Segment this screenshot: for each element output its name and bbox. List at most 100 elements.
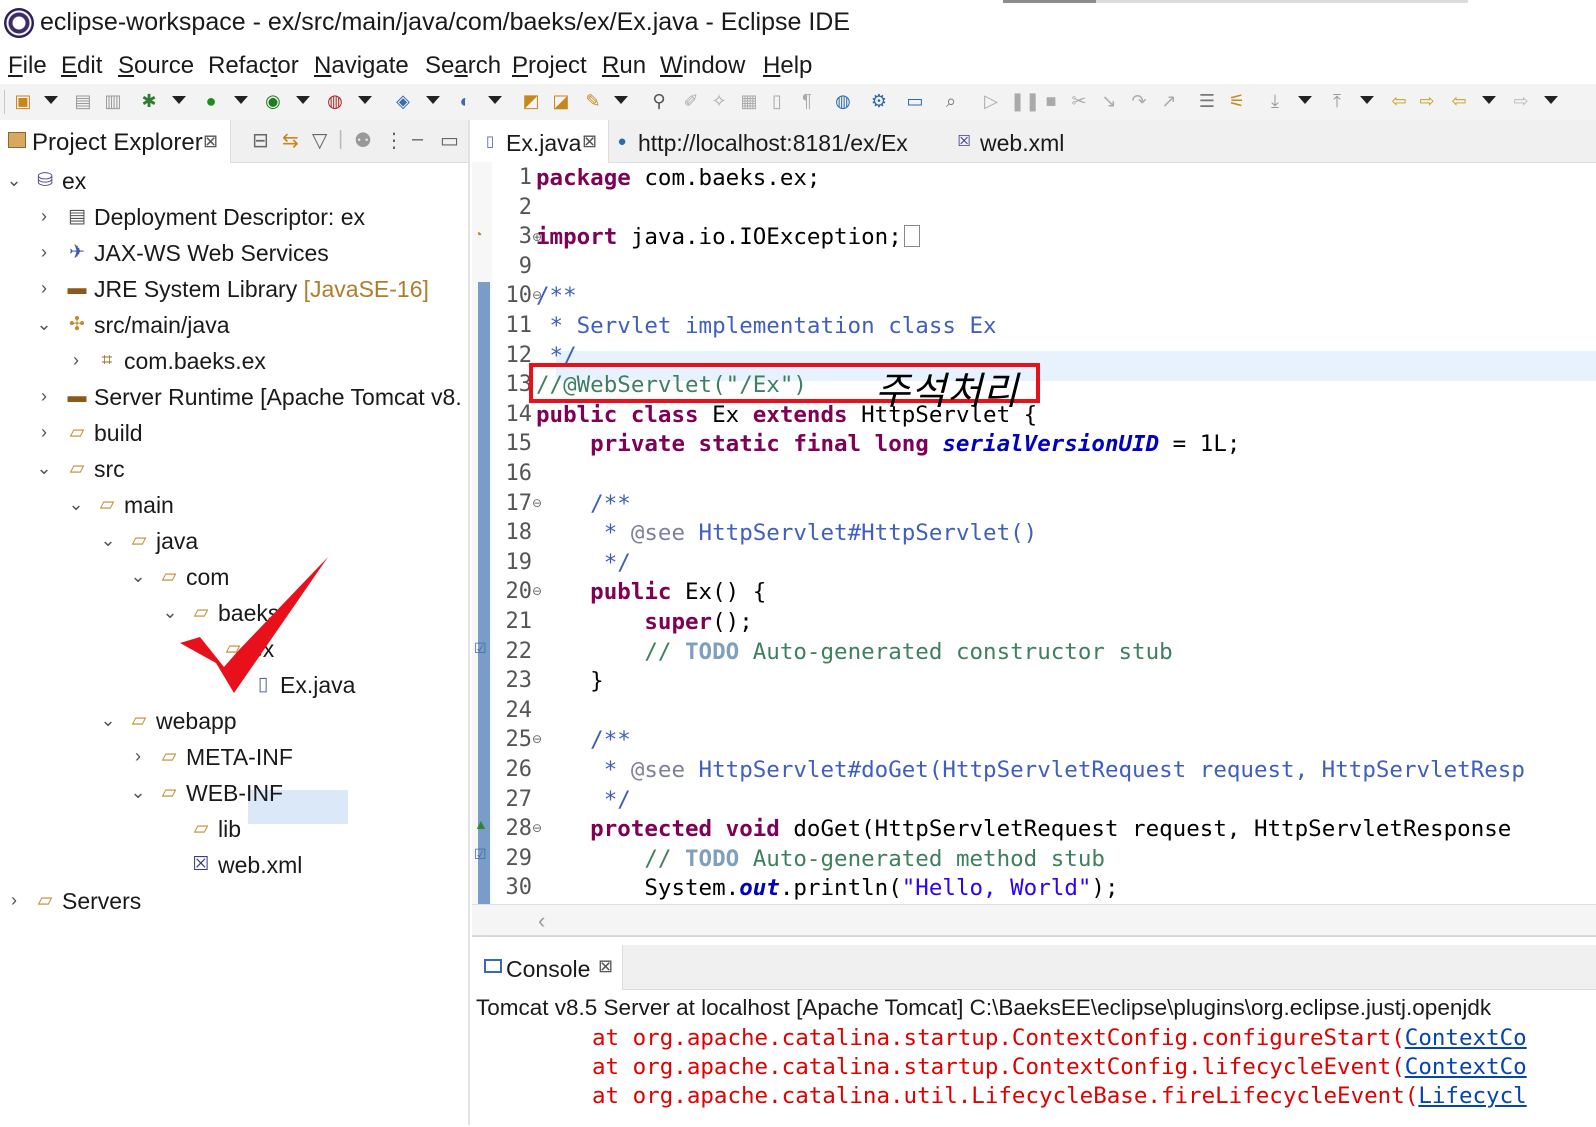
console-line: at org.apache.catalina.util.LifecycleBas… (592, 1083, 1527, 1109)
jre-library-label: JRE System Library (94, 276, 298, 302)
chevron-down-icon[interactable]: ⌄ (36, 314, 52, 335)
chevron-down-icon[interactable]: ⌄ (36, 458, 52, 479)
menu-search[interactable]: Search (425, 52, 501, 80)
new-java-class-icon[interactable]: ◐ (454, 90, 476, 112)
next-annotation-icon[interactable]: ☰ (1196, 90, 1218, 112)
step-return-icon[interactable]: ↗ (1158, 90, 1180, 112)
tab-ex-java[interactable]: ▯ Ex.java ⊠ (472, 120, 609, 163)
menu-project[interactable]: Project (512, 52, 587, 80)
chevron-right-icon[interactable]: › (36, 386, 52, 407)
disconnect-icon[interactable]: ✂ (1068, 90, 1090, 112)
collapse-all-icon[interactable]: ⊟ (252, 128, 269, 153)
close-icon[interactable]: ⊠ (598, 956, 613, 977)
menu-file[interactable]: File (8, 52, 47, 80)
new-icon[interactable]: ▣ (12, 90, 34, 112)
chevron-right-icon[interactable]: › (130, 746, 146, 767)
chevron-down-icon[interactable]: ⌄ (100, 530, 116, 551)
folded-imports-icon[interactable] (903, 225, 920, 247)
menu-window[interactable]: Window (660, 52, 745, 80)
minimize-icon[interactable]: – (412, 128, 423, 151)
toggle-breadcrumb-icon[interactable]: ⚟ (1226, 90, 1248, 112)
brush-icon[interactable]: ✎ (582, 90, 604, 112)
maximize-icon[interactable]: ▭ (440, 128, 459, 153)
link-with-editor-icon[interactable]: ⇆ (282, 128, 299, 153)
run-server-icon[interactable]: ◉ (262, 90, 284, 112)
new-dropdown-icon[interactable] (44, 96, 58, 104)
next-edit-icon[interactable]: ⤓ (1264, 90, 1286, 112)
chevron-right-icon[interactable]: › (68, 350, 84, 371)
chevron-right-icon[interactable]: › (6, 890, 22, 911)
tab-console[interactable]: Console ⊠ (472, 945, 623, 990)
chevron-down-icon[interactable]: ⌄ (162, 602, 178, 623)
resume-icon[interactable]: ▷ (980, 90, 1002, 112)
chevron-down-icon[interactable]: ⌄ (130, 566, 146, 587)
chevron-down-icon[interactable]: ⌄ (130, 782, 146, 803)
pen-icon[interactable]: ✐ (680, 90, 702, 112)
new-server-icon[interactable]: ◈ (392, 90, 414, 112)
open-type-icon[interactable]: ◩ (520, 90, 542, 112)
focus-icon[interactable]: ⚉ (354, 128, 372, 153)
step-over-icon[interactable]: ↷ (1128, 90, 1150, 112)
new-java-class-dropdown-icon[interactable] (488, 96, 502, 104)
forward-dropdown-icon[interactable] (1544, 96, 1558, 104)
menu-help[interactable]: Help (763, 52, 812, 80)
filter-icon[interactable]: ▽ (312, 128, 327, 153)
suspend-icon[interactable]: ❚❚ (1010, 90, 1040, 112)
chevron-right-icon[interactable]: › (36, 242, 52, 263)
horizontal-scrollbar[interactable]: ‹ (472, 904, 1596, 936)
chevron-down-icon[interactable]: ⌄ (68, 494, 84, 515)
globe-icon[interactable]: ◍ (832, 90, 854, 112)
scroll-left-icon[interactable]: ‹ (538, 908, 545, 934)
next-edit-dropdown-icon[interactable] (1298, 96, 1312, 104)
menu-edit[interactable]: Edit (61, 52, 102, 80)
back-dropdown-icon[interactable] (1482, 96, 1496, 104)
terminate-icon[interactable]: ■ (1040, 90, 1062, 112)
web-browser-icon[interactable]: ⚙ (868, 90, 890, 112)
chevron-right-icon[interactable]: › (36, 422, 52, 443)
previous-edit-dropdown-icon[interactable] (1360, 96, 1374, 104)
step-into-icon[interactable]: ↘ (1098, 90, 1120, 112)
open-folder-icon[interactable]: ◪ (550, 90, 572, 112)
word-wrap-icon[interactable]: ▯ (766, 90, 788, 112)
debug-icon[interactable]: ✱ (138, 90, 160, 112)
block-selection-icon[interactable]: ▦ (738, 90, 760, 112)
debug-dropdown-icon[interactable] (172, 96, 186, 104)
chevron-right-icon[interactable]: › (36, 206, 52, 227)
view-menu-icon[interactable]: ⋮ (384, 128, 404, 153)
chevron-down-icon[interactable]: ⌄ (6, 170, 22, 191)
external-tools-dropdown-icon[interactable] (358, 96, 372, 104)
show-whitespace-icon[interactable]: ¶ (796, 90, 818, 112)
search-icon[interactable]: ⌕ (940, 90, 962, 112)
previous-edit-icon[interactable]: ⤒ (1326, 90, 1348, 112)
run-dropdown-icon[interactable] (234, 96, 248, 104)
chevron-right-icon[interactable]: › (36, 278, 52, 299)
chevron-down-icon[interactable]: ⌄ (100, 710, 116, 731)
external-tools-icon[interactable]: ◍ (324, 90, 346, 112)
last-edit-forward-icon[interactable]: ⇨ (1416, 90, 1438, 112)
stack-trace-link[interactable]: Lifecycl (1418, 1083, 1526, 1109)
mark-occurrences-icon[interactable]: ✧ (708, 90, 730, 112)
tab-browser[interactable]: ● http://localhost:8181/ex/Ex (610, 120, 930, 162)
stack-trace-link[interactable]: ContextCo (1405, 1054, 1527, 1080)
pin-icon[interactable]: ⚲ (648, 90, 670, 112)
brush-dropdown-icon[interactable] (614, 96, 628, 104)
run-server-dropdown-icon[interactable] (296, 96, 310, 104)
console-icon[interactable]: ▭ (904, 90, 926, 112)
last-edit-icon[interactable]: ⇦ (1388, 90, 1410, 112)
stack-trace-link[interactable]: ContextCo (1405, 1025, 1527, 1051)
back-icon[interactable]: ⇦ (1448, 90, 1470, 112)
menu-run[interactable]: Run (602, 52, 646, 80)
save-all-icon[interactable]: ▥ (102, 90, 124, 112)
menu-navigate[interactable]: Navigate (314, 52, 409, 80)
code-editor[interactable]: 1 2 3 9 10 11 12 13 14 15 16 17 18 19 20… (492, 162, 1596, 904)
tab-project-explorer[interactable]: Project Explorer ⊠ (0, 120, 231, 163)
forward-icon[interactable]: ⇨ (1510, 90, 1532, 112)
close-icon[interactable]: ⊠ (203, 131, 218, 152)
close-icon[interactable]: ⊠ (582, 131, 597, 152)
menu-refactor[interactable]: Refactor (208, 52, 299, 80)
new-server-dropdown-icon[interactable] (426, 96, 440, 104)
tab-web-xml[interactable]: ☒ web.xml (950, 120, 1090, 162)
menu-source[interactable]: Source (118, 52, 194, 80)
run-icon[interactable]: ● (200, 90, 222, 112)
save-icon[interactable]: ▤ (72, 90, 94, 112)
